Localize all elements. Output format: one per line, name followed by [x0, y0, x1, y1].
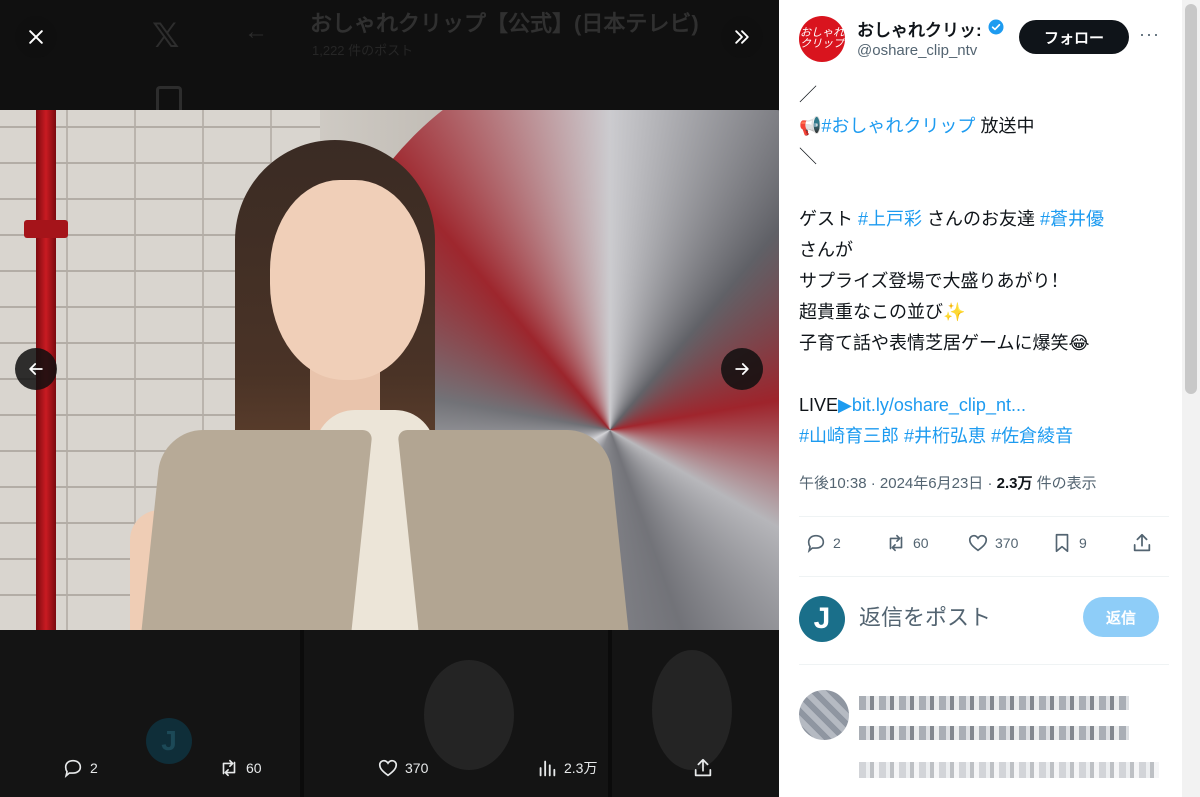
blurred-reply-header	[859, 696, 1129, 710]
repost-count: 60	[913, 535, 929, 551]
next-image-button[interactable]	[721, 348, 763, 390]
scrollbar-thumb[interactable]	[1185, 4, 1197, 394]
scrollbar[interactable]	[1182, 0, 1200, 797]
background-back-arrow-icon: ←	[244, 18, 268, 45]
live-link[interactable]: bit.ly/oshare_clip_nt...	[852, 395, 1026, 415]
media-repost-count: 60	[246, 760, 262, 776]
hashtag-link[interactable]: #蒼井優	[1040, 209, 1104, 229]
background-post-count: 1,222 件のポスト	[312, 43, 414, 58]
blurred-reply-text	[859, 726, 1129, 740]
reply-author-avatar-blurred[interactable]	[799, 690, 849, 740]
tweet-time[interactable]: 午後10:38	[799, 475, 867, 492]
background-home-icon	[156, 86, 182, 110]
hashtag-link[interactable]: #井桁弘恵	[904, 426, 986, 446]
hashtag-link[interactable]: #上戸彩	[858, 209, 922, 229]
repost-button[interactable]: 60	[885, 532, 929, 554]
hashtag-link[interactable]: #山崎育三郎	[799, 426, 899, 446]
previous-image-button[interactable]	[15, 348, 57, 390]
like-button[interactable]: 370	[967, 532, 1018, 554]
reply-count: 2	[833, 535, 841, 551]
heart-icon	[968, 534, 988, 552]
tweet-detail-panel: おしゃれクリップ おしゃれクリッ: @oshare_clip_ntv フォロー …	[779, 0, 1200, 797]
more-options-icon[interactable]: ···	[1139, 24, 1160, 45]
media-like-button[interactable]: 370	[377, 757, 428, 779]
view-count: 2.3万	[996, 475, 1033, 492]
reply-icon	[64, 759, 82, 779]
close-icon	[29, 30, 43, 44]
hashtag-link[interactable]: #佐倉綾音	[991, 426, 1073, 446]
tweet-text: ／ 📢#おしゃれクリップ 放送中 ＼ ゲスト #上戸彩 さんのお友達 #蒼井優 …	[799, 85, 1105, 446]
reply-input[interactable]: 返信をポスト	[859, 600, 991, 632]
divider	[799, 516, 1169, 517]
blurred-reply-actions	[859, 762, 1159, 778]
media-share-button[interactable]	[692, 757, 714, 779]
current-user-avatar[interactable]: J	[799, 596, 845, 642]
media-views-button[interactable]: 2.3万	[536, 757, 597, 779]
background-profile-title: おしゃれクリップ【公式】(日本テレビ)	[310, 11, 699, 36]
hashtag-link[interactable]: #おしゃれクリップ	[821, 116, 975, 136]
laughing-emoji: 😂	[1068, 333, 1090, 353]
media-image	[0, 110, 779, 630]
bookmark-count: 9	[1079, 535, 1087, 551]
divider	[799, 664, 1169, 665]
close-button[interactable]	[15, 16, 57, 58]
analytics-icon	[539, 760, 556, 777]
media-reply-button[interactable]: 2	[62, 757, 98, 779]
reply-button[interactable]: 2	[805, 532, 841, 554]
follow-button[interactable]: フォロー	[1019, 20, 1129, 54]
heart-icon	[378, 759, 398, 777]
bookmark-button[interactable]: 9	[1051, 532, 1087, 554]
tweet-date[interactable]: 2024年6月23日	[880, 475, 983, 492]
megaphone-emoji: 📢	[799, 116, 822, 136]
author-name[interactable]: おしゃれクリッ:	[857, 16, 982, 41]
author-handle[interactable]: @oshare_clip_ntv	[857, 42, 977, 59]
media-repost-button[interactable]: 60	[218, 757, 262, 779]
share-icon	[1133, 533, 1151, 552]
reply-icon	[807, 534, 825, 554]
share-icon	[694, 758, 712, 777]
bookmark-icon	[1055, 533, 1069, 553]
tweet-metadata: 午後10:38 · 2024年6月23日 · 2.3万 件の表示	[799, 475, 1097, 492]
double-chevron-right-icon	[735, 30, 749, 44]
x-logo-icon: 𝕏	[152, 17, 180, 55]
divider	[799, 576, 1169, 577]
collapse-panel-button[interactable]	[721, 16, 763, 58]
media-action-bar: 2 60 370 2.3万	[0, 745, 779, 797]
repost-icon	[222, 759, 236, 777]
arrow-right-icon	[735, 363, 749, 375]
repost-icon	[889, 534, 903, 552]
media-viewer: 𝕏 ← おしゃれクリップ【公式】(日本テレビ) 1,222 件のポスト J 2 …	[0, 0, 779, 797]
like-count: 370	[995, 535, 1019, 551]
arrow-left-icon	[29, 363, 43, 375]
verified-badge-icon	[988, 19, 1004, 35]
media-reply-count: 2	[90, 760, 98, 776]
media-like-count: 370	[405, 760, 429, 776]
media-views-count: 2.3万	[564, 760, 598, 776]
author-avatar[interactable]: おしゃれクリップ	[799, 16, 845, 62]
share-button[interactable]	[1131, 532, 1153, 554]
sparkles-emoji: ✨	[943, 302, 966, 322]
play-emoji: ▶	[838, 395, 852, 415]
reply-submit-button[interactable]: 返信	[1083, 597, 1159, 637]
person-figure	[130, 130, 633, 630]
